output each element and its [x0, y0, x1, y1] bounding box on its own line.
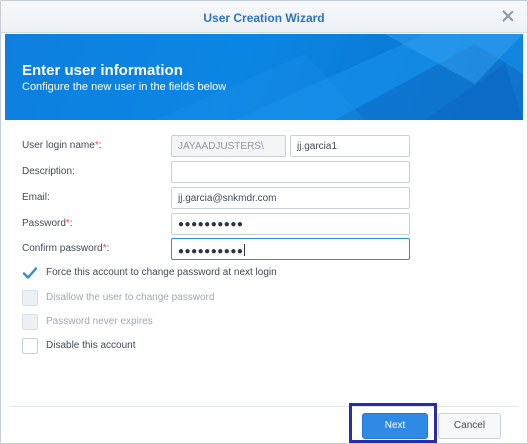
- password-mask: ●●●●●●●●●●: [178, 219, 244, 230]
- password-label: Password*:: [22, 218, 73, 229]
- dialog-titlebar: User Creation Wizard: [1, 1, 527, 33]
- never-expires-label: Password never expires: [46, 316, 153, 327]
- user-creation-wizard-dialog: User Creation Wizard Enter user informat…: [0, 0, 528, 444]
- login-domain-field: JAYAADJUSTERS\: [171, 135, 286, 157]
- email-input[interactable]: jj.garcia@snkmdr.com: [171, 187, 410, 209]
- confirm-password-row: Confirm password*: ●●●●●●●●●●: [22, 238, 422, 260]
- header-banner: Enter user information Configure the new…: [5, 34, 523, 120]
- text-caret: [244, 244, 246, 256]
- email-row: Email: jj.garcia@snkmdr.com: [22, 187, 422, 209]
- login-label: User login name*:: [22, 140, 102, 151]
- disable-account-label: Disable this account: [46, 340, 136, 351]
- never-expires-checkbox: [22, 314, 38, 330]
- password-row: Password*: ●●●●●●●●●●: [22, 213, 422, 235]
- email-label: Email:: [22, 192, 50, 203]
- force-change-label: Force this account to change password at…: [46, 267, 277, 278]
- disallow-change-option: Disallow the user to change password: [22, 290, 342, 306]
- banner-subheading: Configure the new user in the fields bel…: [22, 81, 227, 93]
- next-button-highlight: [349, 403, 437, 443]
- disallow-change-checkbox: [22, 290, 38, 306]
- description-label: Description:: [22, 166, 75, 177]
- never-expires-option: Password never expires: [22, 314, 342, 330]
- confirm-password-mask: ●●●●●●●●●●: [178, 246, 244, 257]
- close-icon[interactable]: [501, 9, 515, 23]
- footer-divider: [9, 406, 519, 407]
- cancel-button[interactable]: Cancel: [438, 413, 501, 439]
- disable-account-option[interactable]: Disable this account: [22, 338, 342, 354]
- dialog-title: User Creation Wizard: [203, 11, 325, 25]
- description-input[interactable]: [171, 161, 410, 183]
- banner-heading: Enter user information: [22, 62, 183, 79]
- password-input[interactable]: ●●●●●●●●●●: [171, 213, 410, 235]
- login-row: User login name*: JAYAADJUSTERS\ jj.garc…: [22, 135, 422, 157]
- description-row: Description:: [22, 161, 422, 183]
- disallow-change-label: Disallow the user to change password: [46, 292, 215, 303]
- login-name-input[interactable]: jj.garcia1: [290, 135, 410, 157]
- confirm-password-label: Confirm password*:: [22, 243, 110, 254]
- confirm-password-input[interactable]: ●●●●●●●●●●: [171, 238, 410, 260]
- disable-account-checkbox[interactable]: [22, 338, 38, 354]
- force-change-option[interactable]: Force this account to change password at…: [22, 265, 342, 281]
- checkmark-icon[interactable]: [22, 265, 38, 281]
